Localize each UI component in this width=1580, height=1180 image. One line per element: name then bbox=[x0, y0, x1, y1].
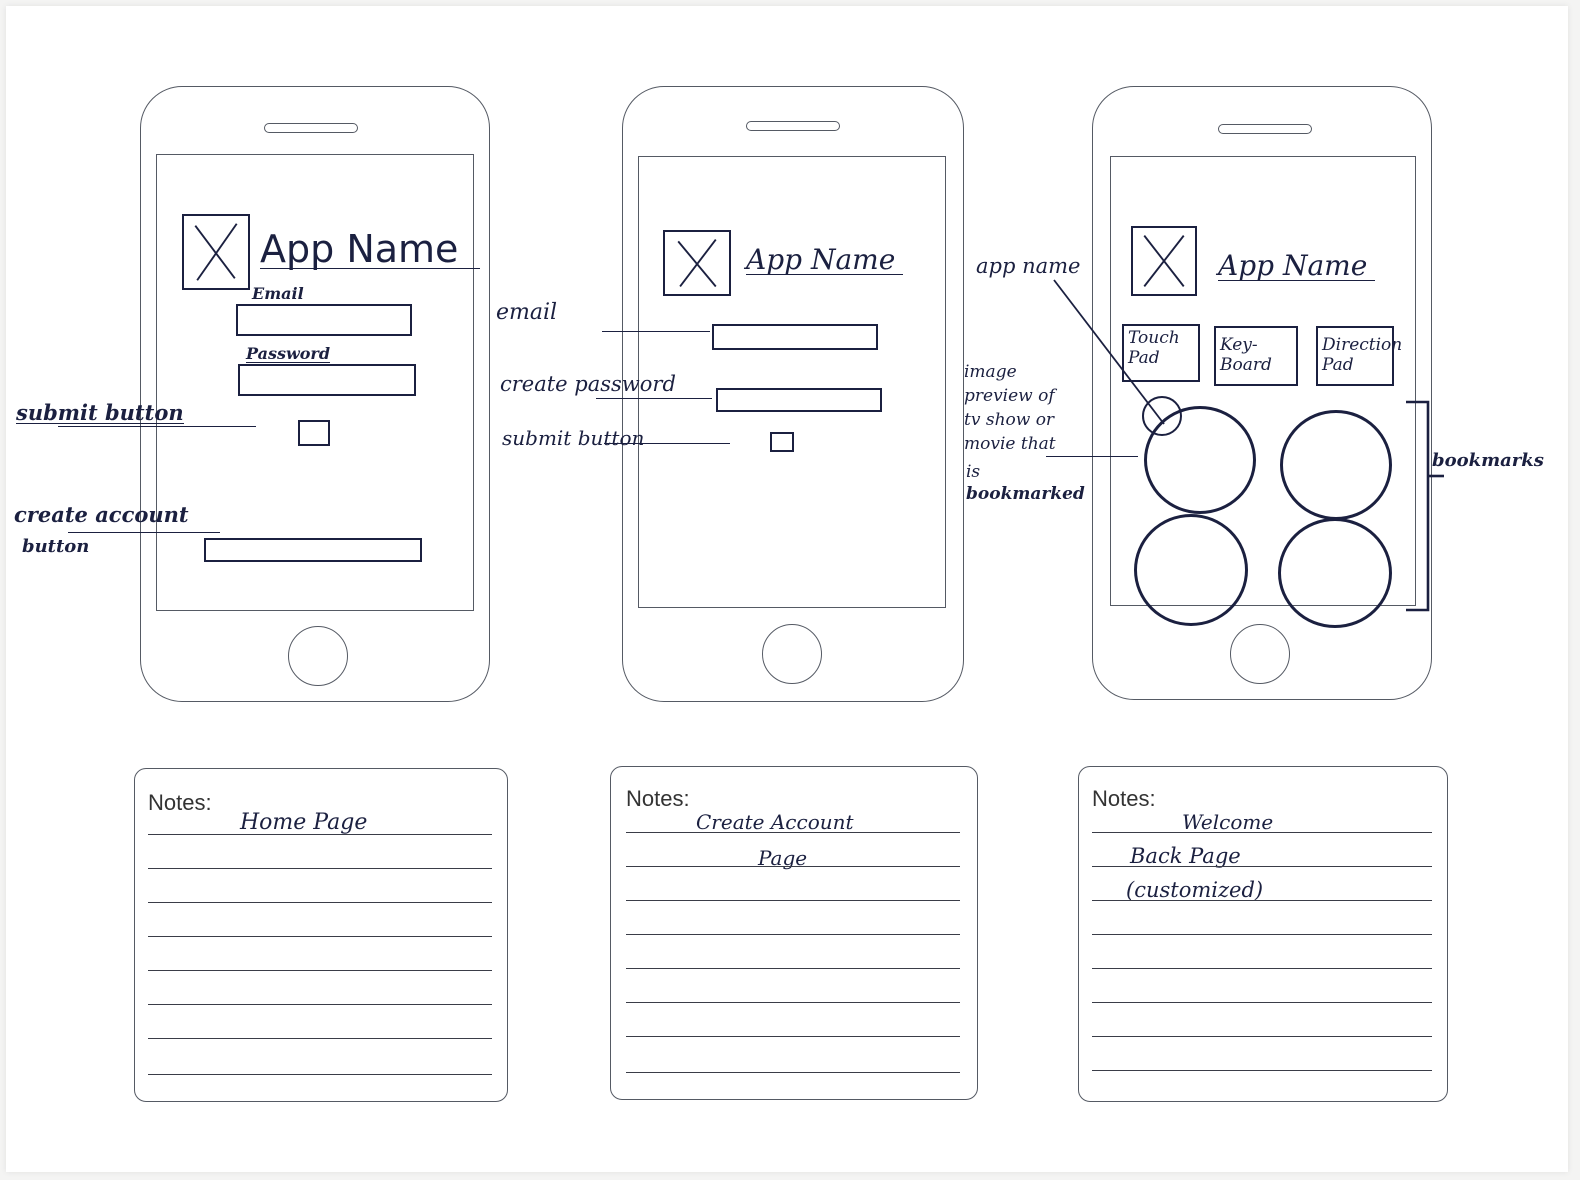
pointer-line bbox=[596, 398, 712, 399]
tab-direction-pad[interactable]: Direction Pad bbox=[1316, 326, 1402, 386]
notes-rule bbox=[148, 834, 492, 835]
image-placeholder-icon bbox=[182, 214, 250, 290]
bookmark-preview-4[interactable] bbox=[1278, 518, 1392, 628]
notes-rule bbox=[1092, 900, 1432, 901]
notes-rule bbox=[626, 832, 960, 833]
notes-rule bbox=[148, 936, 492, 937]
notes-title: Notes: bbox=[148, 790, 212, 815]
notes-text: Home Page bbox=[240, 810, 368, 835]
annotation-submit-button: submit button bbox=[16, 400, 184, 425]
annotation-create-password: create password bbox=[500, 372, 676, 396]
notes-rule bbox=[626, 968, 960, 969]
bookmark-preview-3[interactable] bbox=[1134, 514, 1248, 626]
notes-rule bbox=[1092, 866, 1432, 867]
password-label: Password bbox=[246, 344, 331, 363]
bookmark-preview-1[interactable] bbox=[1144, 406, 1256, 514]
paper-sheet: App Name Email Password submit button cr… bbox=[6, 6, 1568, 1172]
annotation-preview-5: is bbox=[966, 462, 981, 482]
app-name-title: App Name bbox=[260, 230, 481, 269]
phone-screen-create-account bbox=[638, 156, 946, 608]
notes-rule bbox=[148, 1074, 492, 1075]
pointer-line bbox=[68, 532, 220, 533]
annotation-preview-1: image bbox=[964, 362, 1017, 382]
password-field[interactable] bbox=[716, 388, 882, 412]
notes-rule bbox=[148, 868, 492, 869]
notes-rule bbox=[626, 900, 960, 901]
notes-text-line1: Welcome bbox=[1182, 810, 1274, 834]
pointer-line bbox=[1046, 456, 1138, 457]
bookmarks-bracket bbox=[1406, 400, 1444, 612]
email-field[interactable] bbox=[712, 324, 878, 350]
notes-rule bbox=[148, 1038, 492, 1039]
phone-home-button bbox=[762, 624, 822, 684]
annotation-preview-4: movie that bbox=[964, 434, 1056, 454]
annotation-bookmarks: bookmarks bbox=[1432, 450, 1544, 471]
notes-rule bbox=[626, 866, 960, 867]
phone-speaker bbox=[746, 121, 840, 131]
annotation-preview-2: preview of bbox=[964, 386, 1055, 406]
phone-home-button bbox=[288, 626, 348, 686]
notes-rule bbox=[1092, 1002, 1432, 1003]
notes-rule bbox=[1092, 1070, 1432, 1071]
pointer-line bbox=[58, 426, 256, 427]
notes-rule bbox=[148, 1004, 492, 1005]
notes-rule bbox=[1092, 832, 1432, 833]
email-field[interactable] bbox=[236, 304, 412, 336]
email-label: Email bbox=[252, 284, 304, 303]
image-placeholder-icon bbox=[663, 230, 731, 296]
pointer-line bbox=[604, 443, 730, 444]
notes-rule bbox=[1092, 934, 1432, 935]
notes-rule bbox=[148, 902, 492, 903]
submit-button[interactable] bbox=[770, 432, 794, 452]
tab-keyboard[interactable]: Key-Board bbox=[1214, 326, 1298, 386]
phone-home-button bbox=[1230, 624, 1290, 684]
phone-speaker bbox=[1218, 124, 1312, 134]
annotation-preview-6: bookmarked bbox=[966, 484, 1085, 504]
notes-text-line3: (customized) bbox=[1126, 878, 1264, 902]
submit-button[interactable] bbox=[298, 420, 330, 446]
annotation-app-name: app name bbox=[976, 254, 1081, 278]
app-name-title: App Name bbox=[746, 246, 904, 275]
pointer-line bbox=[602, 331, 710, 332]
bookmark-preview-2[interactable] bbox=[1280, 410, 1392, 520]
app-name-title: App Name bbox=[1218, 252, 1376, 281]
notes-rule bbox=[626, 1072, 960, 1073]
annotation-submit-button: submit button bbox=[502, 426, 645, 450]
annotation-preview-3: tv show or bbox=[964, 410, 1055, 430]
notes-rule bbox=[626, 1036, 960, 1037]
notes-title: Notes: bbox=[1092, 786, 1156, 811]
annotation-email: email bbox=[496, 300, 558, 325]
notes-rule bbox=[626, 1002, 960, 1003]
notes-rule bbox=[626, 934, 960, 935]
notes-text-line2: Back Page bbox=[1130, 844, 1241, 868]
notes-text-line2: Page bbox=[758, 846, 808, 870]
annotation-create-account-2: button bbox=[22, 536, 90, 557]
notes-rule bbox=[148, 970, 492, 971]
notes-rule bbox=[1092, 1036, 1432, 1037]
notes-text-line1: Create Account bbox=[696, 810, 854, 834]
annotation-create-account: create account bbox=[14, 502, 189, 527]
create-account-button[interactable] bbox=[204, 538, 422, 562]
notes-rule bbox=[1092, 968, 1432, 969]
password-field[interactable] bbox=[238, 364, 416, 396]
phone-speaker bbox=[264, 123, 358, 133]
notes-title: Notes: bbox=[626, 786, 690, 811]
